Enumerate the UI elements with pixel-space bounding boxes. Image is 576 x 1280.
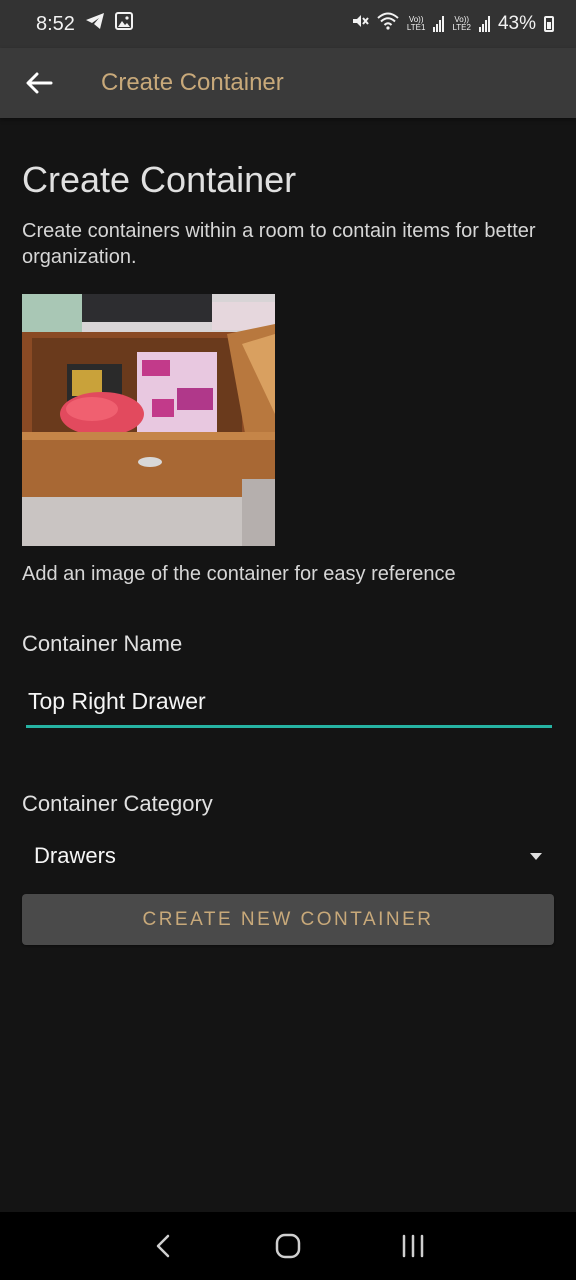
signal-icon xyxy=(433,16,445,32)
sim2-label: Vo)) LTE2 xyxy=(452,16,471,32)
telegram-icon xyxy=(85,12,105,36)
sim1-lte: LTE1 xyxy=(406,23,426,32)
home-icon[interactable] xyxy=(263,1221,313,1271)
back-arrow-icon[interactable] xyxy=(19,63,59,103)
app-bar-title: Create Container xyxy=(101,69,284,96)
battery-icon xyxy=(544,16,554,32)
create-container-button[interactable]: CREATE NEW CONTAINER xyxy=(22,894,554,945)
status-left: 8:52 xyxy=(36,12,133,36)
app-bar: Create Container xyxy=(0,48,576,118)
container-name-field-wrapper xyxy=(26,678,552,728)
container-photo[interactable] xyxy=(22,294,275,546)
container-category-label: Container Category xyxy=(22,791,213,816)
main-content: Create Container Create containers withi… xyxy=(22,118,554,945)
status-right: Vo)) LTE1 Vo)) LTE2 43% xyxy=(351,12,554,36)
caret-down-icon xyxy=(530,852,542,860)
gallery-icon xyxy=(114,12,133,36)
container-category-value: Drawers xyxy=(34,843,116,868)
page-title: Create Container xyxy=(22,159,297,200)
back-icon[interactable] xyxy=(138,1221,188,1271)
container-name-input[interactable] xyxy=(26,688,552,715)
wifi-icon xyxy=(377,12,399,36)
photo-hint: Add an image of the container for easy r… xyxy=(22,563,456,585)
container-category-select[interactable]: Drawers xyxy=(34,836,542,876)
mute-icon xyxy=(351,12,369,36)
status-time: 8:52 xyxy=(36,12,75,35)
status-bar: 8:52 Vo)) LTE1 Vo)) LTE2 43% xyxy=(0,0,576,48)
sim2-lte: LTE2 xyxy=(452,23,471,32)
battery-percent: 43% xyxy=(497,13,536,34)
sim1-label: Vo)) LTE1 xyxy=(407,16,426,32)
system-nav-bar xyxy=(0,1212,576,1280)
page-description: Create containers within a room to conta… xyxy=(22,220,536,268)
recents-icon[interactable] xyxy=(388,1221,438,1271)
signal-icon xyxy=(478,16,490,32)
container-name-label: Container Name xyxy=(22,631,183,656)
